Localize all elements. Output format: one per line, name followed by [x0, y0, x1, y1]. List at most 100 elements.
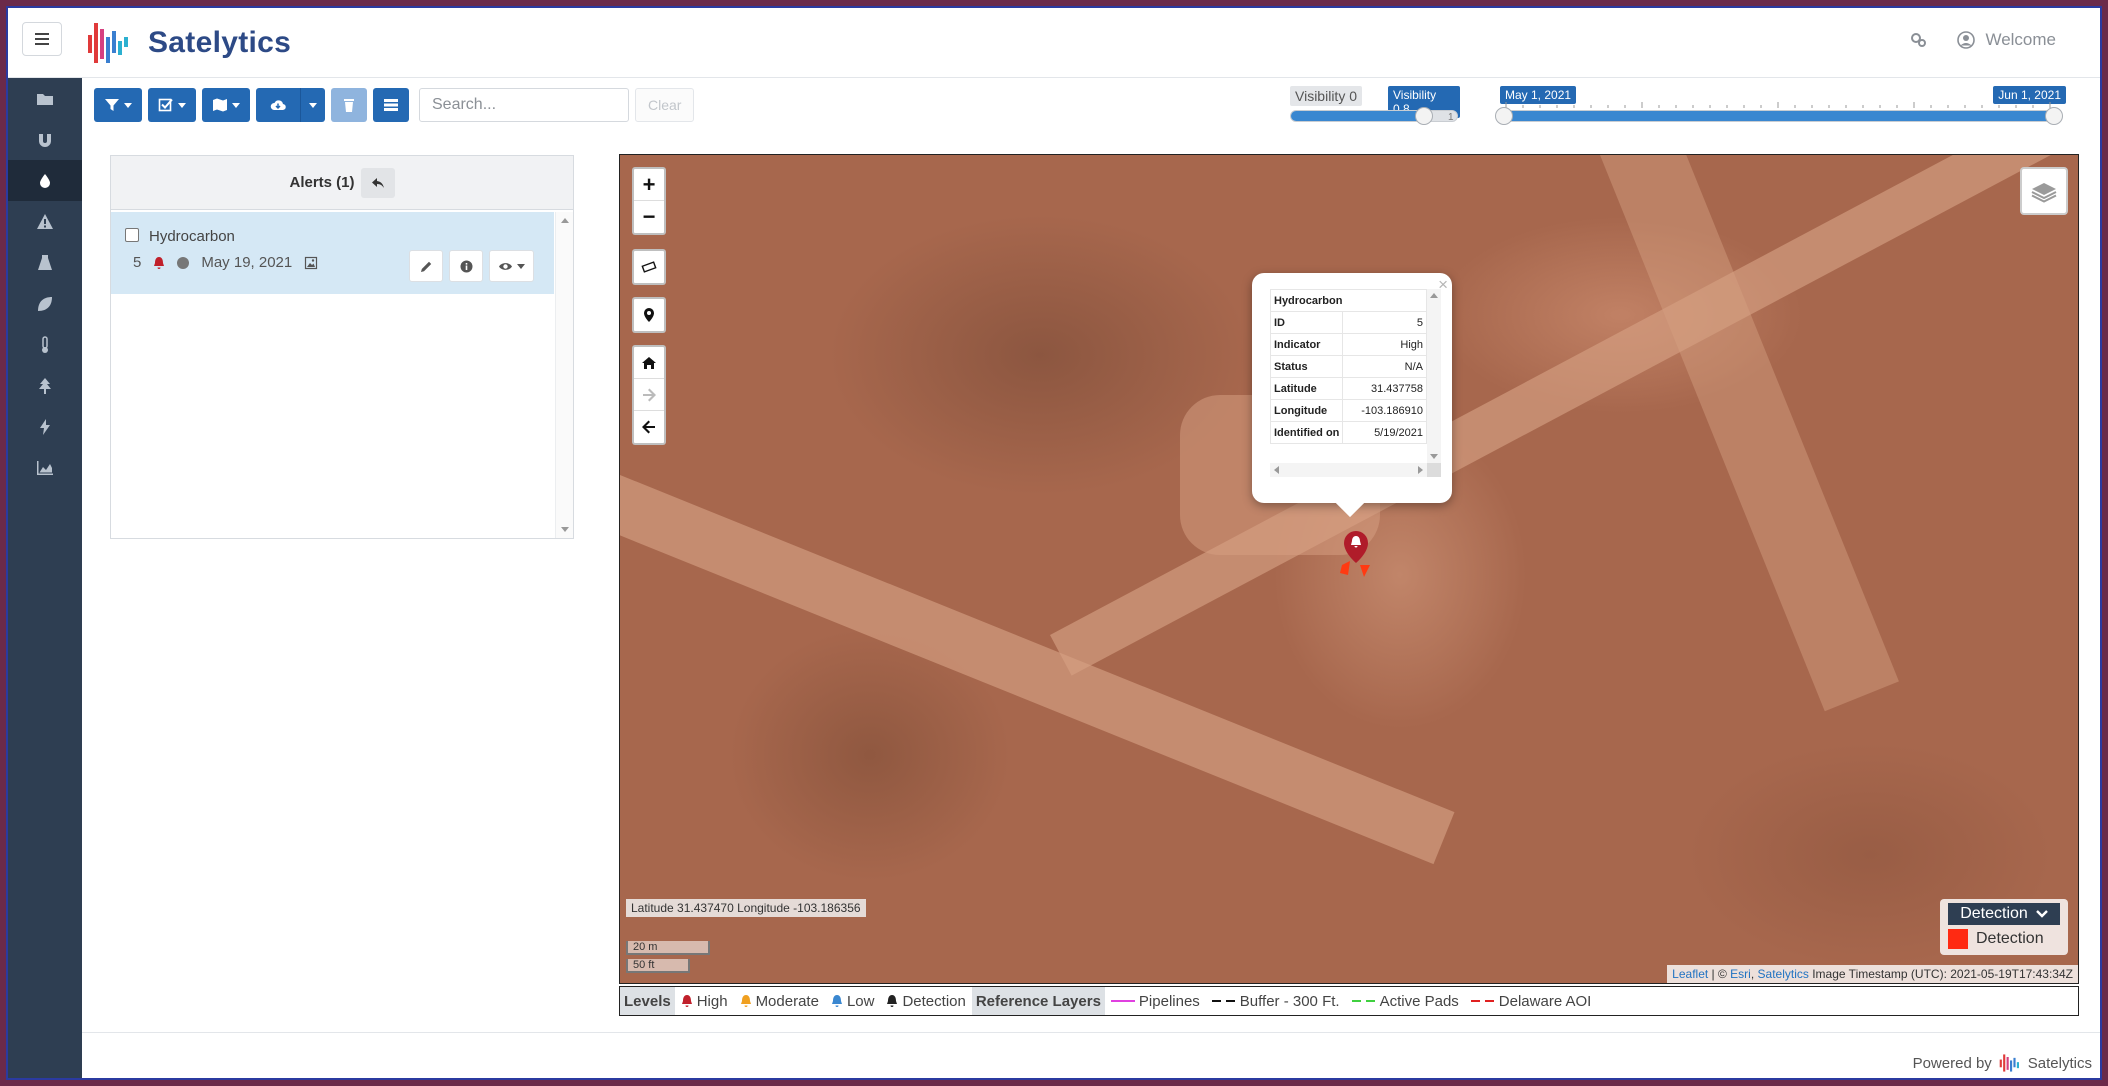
- welcome-menu[interactable]: Welcome: [1957, 30, 2056, 50]
- map-button[interactable]: [202, 88, 250, 122]
- popup-value: -103.186910: [1342, 399, 1427, 422]
- sidebar-item-magnetic[interactable]: [8, 119, 82, 160]
- time-start-handle[interactable]: [1495, 107, 1513, 125]
- detection-polygon[interactable]: [1340, 561, 1350, 575]
- edit-button[interactable]: [409, 250, 443, 282]
- back-button[interactable]: [360, 167, 395, 198]
- map-view[interactable]: + − × Hydrocarbon ID 5 Indicator High St…: [619, 154, 2079, 984]
- forward-button[interactable]: [634, 379, 664, 411]
- list-view-button[interactable]: [373, 88, 409, 122]
- popup-value: High: [1342, 333, 1427, 356]
- alert-actions: [409, 250, 534, 282]
- detection-polygon[interactable]: [1360, 565, 1370, 577]
- ruler-icon: [641, 261, 657, 273]
- main-content: Clear Visibility 0 Visibility 0.8 1 May …: [82, 78, 2100, 1033]
- check-square-icon: [158, 98, 173, 112]
- sidebar-item-vegetation[interactable]: [8, 283, 82, 324]
- powered-by-label: Powered by: [1912, 1054, 1992, 1072]
- sidebar-item-hydrocarbon[interactable]: [8, 160, 82, 201]
- map-icon: [213, 98, 227, 112]
- select-button[interactable]: [148, 88, 196, 122]
- sidebar-item-chemistry[interactable]: [8, 242, 82, 283]
- alert-checkbox[interactable]: [125, 228, 139, 242]
- back-nav-button[interactable]: [634, 411, 664, 443]
- ref-pipelines[interactable]: Pipelines: [1110, 993, 1200, 1010]
- alert-name: Hydrocarbon: [149, 228, 235, 245]
- thermometer-icon: [42, 335, 48, 353]
- footer-brand: Satelytics: [2027, 1054, 2092, 1072]
- zoom-out-button[interactable]: −: [634, 201, 664, 233]
- popup-key: Latitude: [1269, 377, 1344, 400]
- list-icon: [384, 99, 398, 111]
- sidebar-item-files[interactable]: [8, 78, 82, 119]
- legend-title: Detection: [1960, 905, 2028, 922]
- download-button[interactable]: [256, 88, 300, 122]
- delaware-swatch: [1470, 1000, 1495, 1002]
- legend-item-label: Detection: [1976, 930, 2044, 947]
- trash-icon: [344, 99, 354, 112]
- search-input[interactable]: [419, 88, 629, 122]
- home-button[interactable]: [634, 347, 664, 379]
- chevron-down-icon: [2035, 910, 2048, 918]
- esri-link[interactable]: Esri: [1730, 967, 1751, 981]
- detection-marker[interactable]: [1334, 527, 1394, 587]
- cloud-download-icon: [270, 100, 286, 111]
- clear-button[interactable]: Clear: [635, 88, 695, 122]
- sidebar-item-alerts[interactable]: [8, 201, 82, 242]
- ref-buffer[interactable]: Buffer - 300 Ft.: [1211, 992, 1340, 1010]
- popup-key: Identified on: [1269, 421, 1344, 444]
- image-icon[interactable]: [304, 256, 318, 270]
- level-detection-label: Detection: [902, 992, 966, 1010]
- attribution-separator: | ©: [1708, 967, 1731, 981]
- buffer-label: Buffer - 300 Ft.: [1239, 992, 1340, 1010]
- popup-key: ID: [1269, 311, 1344, 334]
- alert-date: May 19, 2021: [201, 254, 293, 271]
- ref-active-pads[interactable]: Active Pads: [1351, 993, 1459, 1010]
- bars-icon[interactable]: [22, 22, 62, 56]
- popup-key: Indicator: [1269, 333, 1344, 356]
- logo[interactable]: Satelytics: [84, 14, 291, 72]
- filter-button[interactable]: [94, 88, 142, 122]
- time-range-slider[interactable]: May 1, 2021 Jun 1, 2021: [1495, 84, 2066, 125]
- visibility-track[interactable]: [1290, 107, 1458, 125]
- satelytics-link[interactable]: Satelytics: [1758, 967, 1809, 981]
- scale-imperial: 50 ft: [626, 959, 690, 973]
- image-timestamp: Image Timestamp (UTC): 2021-05-19T17:43:…: [1808, 967, 2073, 981]
- sidebar-item-forest[interactable]: [8, 365, 82, 406]
- sidebar-item-analytics[interactable]: [8, 447, 82, 488]
- tree-icon: [39, 377, 51, 394]
- popup-table: Hydrocarbon ID 5 Indicator High Status N/A …: [1269, 289, 1427, 444]
- download-dropdown-toggle[interactable]: [300, 88, 325, 122]
- zoom-in-button[interactable]: +: [634, 169, 664, 201]
- info-button[interactable]: [449, 250, 483, 282]
- attribution-comma: ,: [1750, 967, 1758, 981]
- sidebar-item-temperature[interactable]: [8, 324, 82, 365]
- map-attribution: Leaflet | © Esri, Satelytics Image Times…: [1667, 965, 2078, 983]
- alerts-panel: Alerts (1) Hydrocarbon 5 May 19, 2021: [110, 155, 574, 539]
- popup-vertical-scrollbar[interactable]: [1427, 289, 1441, 463]
- measure-button[interactable]: [634, 251, 664, 283]
- visibility-handle[interactable]: [1414, 107, 1433, 125]
- popup-title: Hydrocarbon: [1270, 289, 1427, 312]
- list-item[interactable]: Hydrocarbon 5 May 19, 2021: [111, 212, 554, 294]
- alerts-scrollbar[interactable]: [555, 212, 573, 538]
- leaflet-link[interactable]: Leaflet: [1672, 967, 1708, 981]
- delaware-label: Delaware AOI: [1498, 992, 1592, 1010]
- delete-button[interactable]: [331, 88, 367, 122]
- time-end-handle[interactable]: [2045, 107, 2063, 125]
- layers-button[interactable]: [2020, 167, 2068, 215]
- visibility-toggle-button[interactable]: [489, 250, 534, 282]
- visibility-slider[interactable]: Visibility 0 Visibility 0.8 1: [1290, 84, 1460, 125]
- legend-dropdown[interactable]: Detection: [1948, 903, 2060, 925]
- gear-users-icon[interactable]: [1909, 31, 1927, 49]
- buffer-swatch: [1211, 1000, 1236, 1002]
- sidebar-item-power[interactable]: [8, 406, 82, 447]
- toolbar: Clear: [94, 88, 695, 122]
- popup-horizontal-scrollbar[interactable]: [1270, 463, 1427, 477]
- layers-icon: [2031, 183, 2057, 203]
- level-low-label: Low: [846, 992, 875, 1010]
- legend-item: Detection: [1948, 929, 2044, 949]
- ref-delaware[interactable]: Delaware AOI: [1470, 992, 1592, 1010]
- add-marker-button[interactable]: [634, 299, 664, 331]
- time-track[interactable]: [1495, 107, 2063, 125]
